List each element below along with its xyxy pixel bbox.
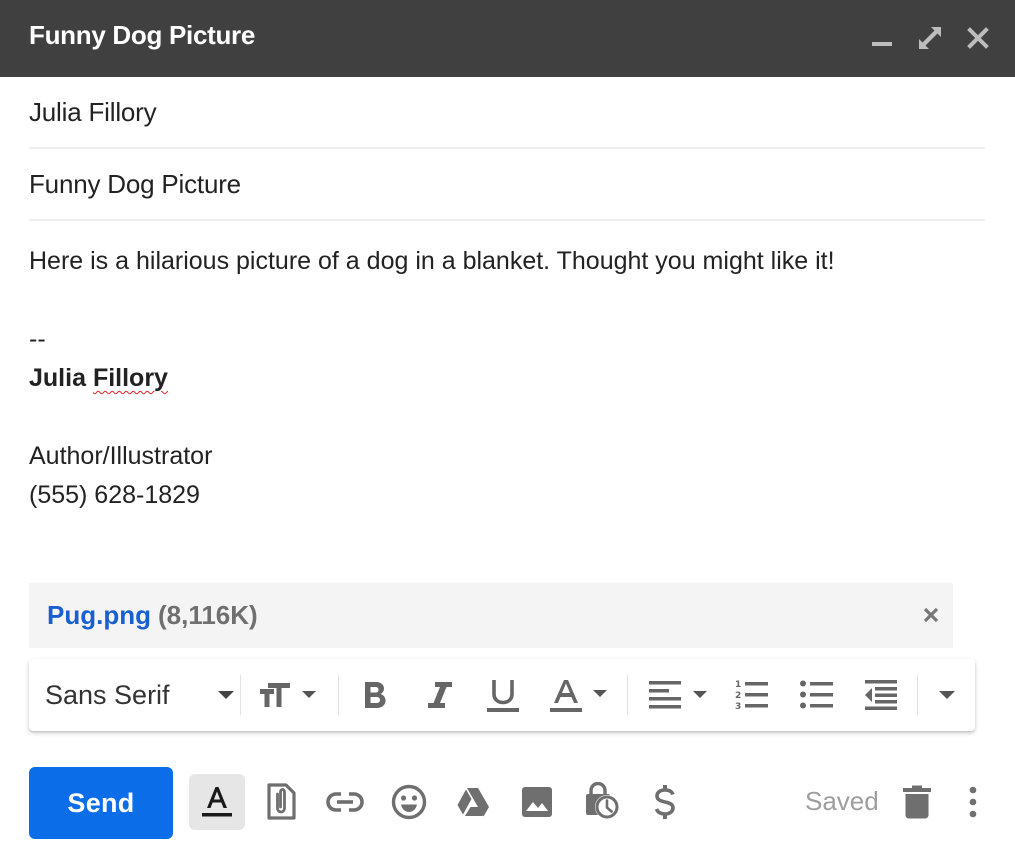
subject-input[interactable]: Funny Dog Picture [29, 169, 241, 200]
toolbar-divider [627, 675, 628, 715]
expand-icon [918, 26, 942, 50]
insert-link-button[interactable] [317, 774, 373, 830]
compose-header: Funny Dog Picture [0, 0, 1015, 77]
signature-title: Author/Illustrator [29, 437, 985, 476]
close-icon [967, 27, 989, 49]
bulleted-list-button[interactable] [794, 659, 840, 731]
text-format-icon [199, 784, 235, 820]
formatting-options-button[interactable] [189, 774, 245, 830]
message-text: Here is a hilarious picture of a dog in … [29, 242, 985, 281]
attachment-file-size: (8,116K) [158, 600, 258, 631]
minimize-icon [871, 27, 893, 49]
compose-title: Funny Dog Picture [29, 20, 255, 51]
spellcheck-flagged-word[interactable]: Fillory [93, 364, 168, 392]
close-icon [923, 607, 939, 623]
align-button[interactable] [645, 659, 715, 731]
toolbar-divider [917, 675, 918, 715]
save-status: Saved [805, 786, 879, 817]
chevron-down-icon [217, 690, 235, 700]
signature-separator: -- [29, 320, 985, 359]
attachment-icon [265, 783, 297, 821]
insert-emoji-button[interactable] [381, 774, 437, 830]
indent-less-button[interactable] [858, 659, 904, 731]
toolbar-divider [338, 675, 339, 715]
more-vert-icon [968, 786, 978, 818]
dollar-icon [652, 784, 678, 820]
align-left-icon [647, 679, 713, 711]
message-body[interactable]: Here is a hilarious picture of a dog in … [29, 242, 985, 515]
formatting-toolbar: Sans Serif [29, 659, 975, 731]
italic-button[interactable] [419, 659, 461, 731]
send-money-button[interactable] [637, 774, 693, 830]
minimize-button[interactable] [869, 22, 895, 54]
more-options-button[interactable] [945, 774, 1001, 830]
bold-icon [362, 680, 388, 710]
image-icon [521, 786, 553, 818]
window-controls [869, 22, 991, 54]
numbered-list-icon: 1 2 3 [734, 678, 770, 712]
svg-text:1: 1 [735, 680, 741, 690]
signature-name: Julia Fillory [29, 359, 985, 398]
svg-text:3: 3 [735, 702, 741, 712]
drive-icon [456, 787, 490, 817]
insert-from-drive-button[interactable] [445, 774, 501, 830]
underline-icon [486, 677, 520, 713]
discard-draft-button[interactable] [889, 774, 945, 830]
font-size-button[interactable] [253, 659, 325, 731]
emoji-icon [391, 784, 427, 820]
lock-clock-icon [581, 782, 621, 822]
numbered-list-button[interactable]: 1 2 3 [729, 659, 775, 731]
attachment-chip: Pug.png (8,116K) [29, 583, 953, 648]
subject-field[interactable]: Funny Dog Picture [29, 149, 985, 221]
chevron-down-icon [938, 690, 956, 700]
bold-button[interactable] [354, 659, 396, 731]
indent-less-icon [863, 678, 899, 712]
svg-text:2: 2 [735, 691, 741, 701]
toolbar-divider [240, 675, 241, 715]
expand-button[interactable] [917, 22, 943, 54]
send-button[interactable]: Send [29, 767, 173, 839]
attachment-file-name[interactable]: Pug.png [47, 600, 151, 631]
signature-first-name: Julia [29, 364, 86, 392]
bulleted-list-icon [799, 678, 835, 712]
link-icon [326, 791, 364, 813]
close-button[interactable] [965, 22, 991, 54]
more-formatting-button[interactable] [927, 659, 967, 731]
underline-button[interactable] [482, 659, 524, 731]
italic-icon [427, 680, 453, 710]
confidential-mode-button[interactable] [573, 774, 629, 830]
signature-phone: (555) 628-1829 [29, 476, 985, 515]
text-color-icon [549, 677, 615, 713]
font-family-select[interactable]: Sans Serif [45, 659, 235, 731]
recipients-field[interactable]: Julia Fillory [29, 77, 985, 149]
remove-attachment-button[interactable] [919, 603, 943, 627]
attach-files-button[interactable] [253, 774, 309, 830]
trash-icon [902, 785, 932, 819]
insert-photo-button[interactable] [509, 774, 565, 830]
recipient-chip[interactable]: Julia Fillory [29, 97, 156, 128]
font-family-value: Sans Serif [45, 680, 170, 711]
text-color-button[interactable] [547, 659, 617, 731]
text-size-icon [256, 678, 322, 712]
